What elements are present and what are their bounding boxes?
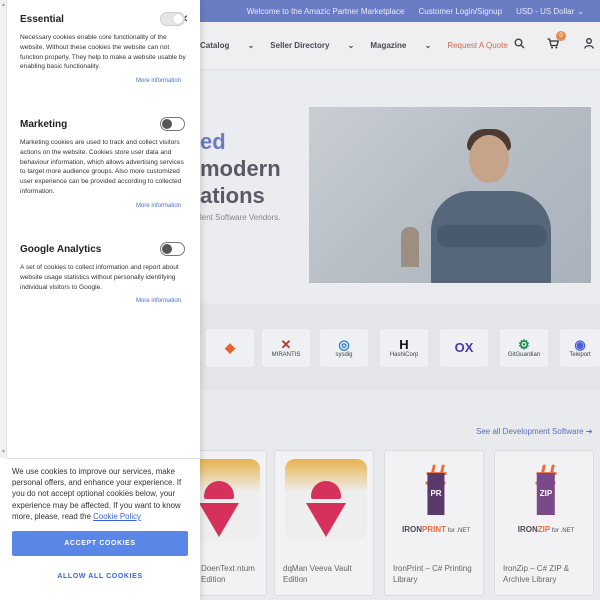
gitlab-logo[interactable]: ◆ [206, 329, 254, 367]
panel-scrollbar[interactable]: ▲ ▼ [0, 0, 7, 458]
nav-magazine[interactable]: Magazine ⌄ [370, 41, 431, 50]
arrow-right-icon: ➔ [585, 427, 593, 436]
hashicorp-logo[interactable]: H HashiCorp [380, 329, 428, 367]
hash-logo-icon: #PR [395, 459, 477, 515]
marketing-more-info-link[interactable]: More information [136, 203, 181, 209]
hero-image [309, 107, 591, 283]
chevron-down-icon: ⌄ [577, 6, 584, 16]
sysdig-logo[interactable]: ◎ sysdig [320, 329, 368, 367]
product-card-ironprint[interactable]: #PR IRONPRINT for .NET IronPrint – C# Pr… [384, 450, 484, 596]
accept-cookies-button[interactable]: ACCEPT COOKIES [12, 531, 188, 556]
essential-toggle[interactable] [160, 12, 185, 26]
user-icon[interactable] [582, 38, 596, 52]
marketing-description: Marketing cookies are used to track and … [20, 139, 184, 195]
cookie-notice-text: We use cookies to improve our services, … [12, 467, 182, 521]
marketing-title: Marketing [20, 119, 68, 130]
hero-subtitle: lent Software Vendors. [200, 213, 281, 222]
login-link[interactable]: Customer Login/Signup [418, 7, 502, 16]
search-icon[interactable] [512, 38, 526, 52]
product-card-dqman-veeva[interactable]: dqMan Veeva Vault Edition [274, 450, 374, 596]
welcome-text: Welcome to the Amazic Partner Marketplac… [246, 6, 405, 16]
google-analytics-description: A set of cookies to collect information … [20, 264, 179, 291]
hero-title: ed modern ations [200, 129, 281, 208]
gitguardian-logo[interactable]: ⚙ GitGuardian [500, 329, 548, 367]
product-title[interactable]: IronPrint – C# Printing Library [393, 563, 481, 585]
product-title[interactable]: dqMan Veeva Vault Edition [283, 563, 371, 585]
product-card-ironzip[interactable]: #ZIP IRONZIP for .NET IronZip – C# ZIP &… [494, 450, 594, 596]
teleport-logo[interactable]: ◉ Teleport [560, 329, 600, 367]
ironzip-product-image: #ZIP IRONZIP for .NET [505, 459, 587, 541]
see-all-development-software-link[interactable]: See all Development Software ➔ [476, 427, 593, 436]
google-analytics-more-info-link[interactable]: More information [136, 298, 181, 304]
currency-selector[interactable]: USD - US Dollar [516, 7, 574, 16]
hash-logo-icon: #ZIP [505, 459, 587, 515]
panel-divider [7, 458, 200, 459]
scroll-up-icon[interactable]: ▲ [1, 2, 6, 8]
cookie-policy-link[interactable]: Cookie Policy [93, 512, 141, 521]
mirantis-logo[interactable]: ✕ MIRANTIS [262, 329, 310, 367]
request-quote-link[interactable]: Request A Quote [447, 41, 508, 50]
ox-security-logo[interactable]: OX [440, 329, 488, 367]
main-nav: Catalog ⌄ Seller Directory ⌄ Magazine ⌄ … [200, 41, 524, 50]
essential-more-info-link[interactable]: More information [136, 78, 181, 84]
nav-seller-directory[interactable]: Seller Directory ⌄ [270, 41, 354, 50]
product-title[interactable]: IronZip – C# ZIP & Archive Library [503, 563, 591, 585]
cart-count-badge: 0 [556, 31, 566, 41]
marketing-toggle[interactable] [160, 117, 185, 131]
scroll-down-icon[interactable]: ▼ [1, 449, 6, 455]
google-analytics-toggle[interactable] [160, 242, 185, 256]
essential-title: Essential [20, 14, 64, 25]
cookie-preferences-panel: ▲ ▼ × Essential Necessary cookies enable… [0, 0, 200, 600]
nav-catalog[interactable]: Catalog ⌄ [200, 41, 254, 50]
allow-all-cookies-button[interactable]: ALLOW ALL COOKIES [12, 570, 188, 584]
product-title[interactable]: DoenText ntum Edition [201, 563, 263, 585]
google-analytics-title: Google Analytics [20, 244, 102, 255]
ironprint-product-image: #PR IRONPRINT for .NET [395, 459, 477, 541]
essential-description: Necessary cookies enable core functional… [20, 34, 186, 71]
dqman-product-image [285, 459, 367, 541]
